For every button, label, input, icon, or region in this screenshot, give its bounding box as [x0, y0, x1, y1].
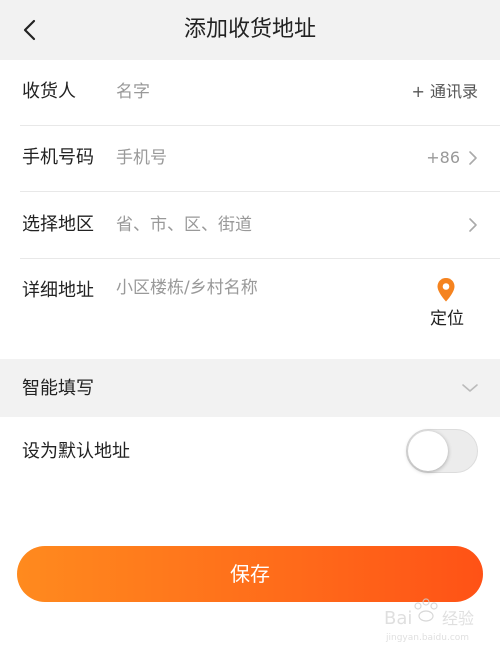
phone-input[interactable]: 手机号 — [116, 146, 167, 170]
address-row: 详细地址 小区楼栋/乡村名称 定位 — [0, 259, 500, 359]
region-label: 选择地区 — [22, 214, 94, 235]
locate-button[interactable]: 定位 — [420, 277, 474, 333]
watermark-logo: Bai 经验 jingyan.baidu.com — [384, 598, 474, 643]
chevron-right-icon — [469, 151, 477, 165]
page-title: 添加收货地址 — [183, 17, 316, 42]
svg-text:jingyan.baidu.com: jingyan.baidu.com — [385, 633, 469, 643]
country-code-selector[interactable]: +86 — [426, 146, 460, 170]
default-address-label: 设为默认地址 — [22, 441, 130, 462]
save-button-label: 保存 — [230, 562, 270, 586]
contacts-button[interactable]: + 通讯录 — [412, 80, 479, 104]
address-input[interactable]: 小区楼栋/乡村名称 — [116, 276, 258, 300]
default-address-toggle[interactable] — [406, 429, 478, 473]
toggle-knob — [408, 431, 448, 471]
region-selector[interactable]: 省、市、区、街道 — [116, 213, 252, 237]
consignee-label: 收货人 — [22, 81, 76, 102]
nav-bar: 添加收货地址 — [0, 0, 500, 60]
svg-text:经验: 经验 — [442, 609, 474, 628]
smart-fill-label: 智能填写 — [22, 378, 94, 399]
locate-label: 定位 — [430, 309, 464, 329]
phone-row: 手机号码 手机号 +86 — [0, 126, 500, 191]
svg-text:Bai: Bai — [384, 608, 412, 629]
location-pin-icon — [437, 278, 455, 302]
address-label: 详细地址 — [22, 280, 94, 301]
chevron-right-icon — [469, 218, 477, 232]
phone-label: 手机号码 — [22, 147, 94, 168]
region-row[interactable]: 选择地区 省、市、区、街道 — [0, 192, 500, 258]
chevron-down-icon — [462, 384, 478, 392]
save-button[interactable]: 保存 — [17, 546, 483, 602]
consignee-row: 收货人 名字 + 通讯录 — [0, 60, 500, 125]
consignee-input[interactable]: 名字 — [116, 80, 150, 104]
smart-fill-row[interactable]: 智能填写 — [0, 359, 500, 417]
